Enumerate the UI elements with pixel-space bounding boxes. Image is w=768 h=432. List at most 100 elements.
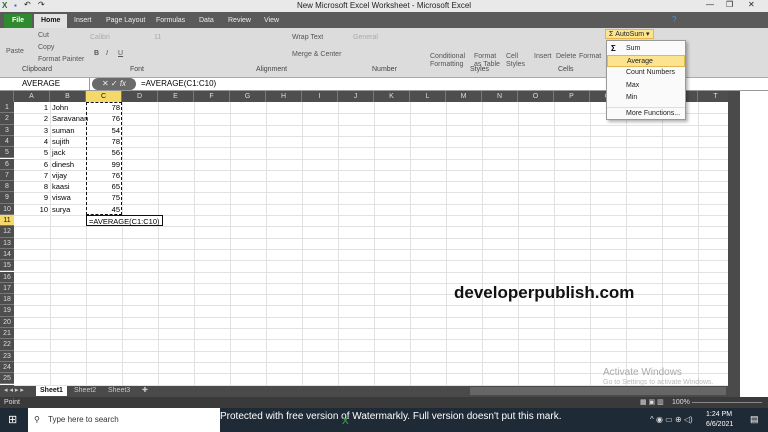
zoom-slider[interactable] xyxy=(692,402,762,403)
column-header-N[interactable]: N xyxy=(482,91,518,102)
column-header-H[interactable]: H xyxy=(266,91,302,102)
notifications-icon[interactable]: ▤ xyxy=(750,414,759,425)
menu-item-count-numbers[interactable]: Count Numbers xyxy=(607,67,685,79)
active-cell-C11[interactable]: =AVERAGE(C1:C10) xyxy=(86,215,163,227)
sheet-tab-sheet3[interactable]: Sheet3 xyxy=(108,386,130,396)
row-header-20[interactable]: 20 xyxy=(0,316,14,328)
column-header-O[interactable]: O xyxy=(518,91,554,102)
underline-button[interactable]: U xyxy=(118,50,123,57)
system-tray-icons[interactable]: ^ ◉ ▭ ⊕ ◁) xyxy=(650,415,693,424)
cancel-icon[interactable]: ✕ xyxy=(102,79,109,88)
cell-B8[interactable]: kaasi xyxy=(50,181,72,192)
menu-item-max[interactable]: Max xyxy=(607,80,685,92)
paste-button[interactable]: Paste xyxy=(6,48,24,55)
clock-time[interactable]: 1:24 PM xyxy=(706,411,732,418)
autosum-button[interactable]: Σ AutoSum ▾ xyxy=(605,29,654,39)
zoom-level[interactable]: 100% xyxy=(672,399,690,406)
number-format-select[interactable]: General xyxy=(353,34,378,41)
tab-file[interactable]: File xyxy=(4,14,33,28)
cell-styles-button[interactable]: Cell Styles xyxy=(506,53,526,69)
row-header-2[interactable]: 2 xyxy=(0,113,14,125)
formula-input[interactable]: =AVERAGE(C1:C10) xyxy=(141,78,216,90)
merge-center-button[interactable]: Merge & Center xyxy=(292,51,341,58)
row-header-16[interactable]: 16 xyxy=(0,271,14,283)
cell-B3[interactable]: suman xyxy=(50,125,77,136)
cell-B7[interactable]: vijay xyxy=(50,170,69,181)
column-header-P[interactable]: P xyxy=(554,91,590,102)
row-header-10[interactable]: 10 xyxy=(0,203,14,215)
column-header-M[interactable]: M xyxy=(446,91,482,102)
insert-cells-button[interactable]: Insert xyxy=(534,53,552,60)
select-all-button[interactable] xyxy=(0,91,14,102)
row-header-13[interactable]: 13 xyxy=(0,237,14,249)
row-header-25[interactable]: 25 xyxy=(0,373,14,385)
row-header-7[interactable]: 7 xyxy=(0,169,14,182)
column-header-T[interactable]: T xyxy=(698,91,728,102)
tab-data[interactable]: Data xyxy=(199,14,214,28)
column-header-A[interactable]: A xyxy=(14,91,50,102)
conditional-formatting-button[interactable]: Conditional Formatting xyxy=(430,53,472,69)
taskbar-search[interactable]: ⚲ Type here to search xyxy=(28,408,220,432)
cut-button[interactable]: Cut xyxy=(38,32,49,39)
row-header-15[interactable]: 15 xyxy=(0,260,14,272)
column-header-J[interactable]: J xyxy=(338,91,374,102)
row-header-14[interactable]: 14 xyxy=(0,248,14,261)
sheet-nav-arrows[interactable]: ◂ ◂ ▸ ▸ xyxy=(4,386,24,396)
restore-button[interactable]: ❐ xyxy=(726,0,733,9)
row-header-23[interactable]: 23 xyxy=(0,350,14,362)
row-header-24[interactable]: 24 xyxy=(0,361,14,374)
menu-item-more-functions[interactable]: More Functions... xyxy=(607,107,685,119)
menu-item-sum[interactable]: Sum xyxy=(607,43,685,55)
cell-A8[interactable]: 8 xyxy=(14,181,50,192)
format-painter-button[interactable]: Format Painter xyxy=(38,56,84,63)
minimize-button[interactable]: — xyxy=(706,0,714,9)
cell-A10[interactable]: 10 xyxy=(14,204,50,215)
enter-icon[interactable]: ✓ xyxy=(111,79,118,88)
row-header-22[interactable]: 22 xyxy=(0,339,14,351)
delete-cells-button[interactable]: Delete xyxy=(556,53,576,60)
column-header-D[interactable]: D xyxy=(122,91,158,102)
insert-function-icon[interactable]: fx xyxy=(120,79,126,88)
italic-button[interactable]: I xyxy=(106,50,108,57)
column-header-I[interactable]: I xyxy=(302,91,338,102)
row-header-3[interactable]: 3 xyxy=(0,124,14,136)
row-header-12[interactable]: 12 xyxy=(0,226,14,238)
cell-A2[interactable]: 2 xyxy=(14,113,50,124)
row-header-17[interactable]: 17 xyxy=(0,282,14,295)
cell-B5[interactable]: jack xyxy=(50,147,67,158)
cell-A6[interactable]: 6 xyxy=(14,159,50,170)
row-header-11[interactable]: 11 xyxy=(0,215,14,227)
tab-page-layout[interactable]: Page Layout xyxy=(106,14,145,28)
cell-B10[interactable]: surya xyxy=(50,204,72,215)
column-header-C[interactable]: C xyxy=(86,91,122,102)
cell-B1[interactable]: John xyxy=(50,102,70,113)
format-cells-button[interactable]: Format xyxy=(579,53,601,60)
row-header-21[interactable]: 21 xyxy=(0,328,14,340)
horizontal-scrollbar[interactable] xyxy=(470,387,726,395)
cell-A7[interactable]: 7 xyxy=(14,170,50,181)
cell-A5[interactable]: 5 xyxy=(14,147,50,158)
font-name-select[interactable]: Calibri xyxy=(90,34,110,41)
cell-A3[interactable]: 3 xyxy=(14,125,50,136)
row-header-18[interactable]: 18 xyxy=(0,294,14,306)
tab-home[interactable]: Home xyxy=(34,14,68,28)
copy-button[interactable]: Copy xyxy=(38,44,54,51)
menu-item-average[interactable]: Average xyxy=(607,55,685,67)
cell-B6[interactable]: dinesh xyxy=(50,159,76,170)
row-header-4[interactable]: 4 xyxy=(0,135,14,148)
cell-B9[interactable]: viswa xyxy=(50,192,73,203)
tab-review[interactable]: Review xyxy=(228,14,251,28)
tab-view[interactable]: View xyxy=(264,14,279,28)
view-buttons[interactable]: ▦ ▣ ▥ xyxy=(640,398,664,406)
worksheet-grid[interactable]: ABCDEFGHIJKLMNOPQRSTU1234567891011121314… xyxy=(0,91,728,386)
menu-item-min[interactable]: Min xyxy=(607,92,685,104)
vertical-scrollbar[interactable] xyxy=(728,91,740,386)
cell-B4[interactable]: sujith xyxy=(50,136,72,147)
row-header-9[interactable]: 9 xyxy=(0,192,14,204)
cell-A9[interactable]: 9 xyxy=(14,192,50,203)
font-size-select[interactable]: 11 xyxy=(154,34,161,41)
column-header-K[interactable]: K xyxy=(374,91,410,102)
row-header-19[interactable]: 19 xyxy=(0,305,14,317)
clock-date[interactable]: 6/6/2021 xyxy=(706,421,733,428)
column-header-G[interactable]: G xyxy=(230,91,266,102)
